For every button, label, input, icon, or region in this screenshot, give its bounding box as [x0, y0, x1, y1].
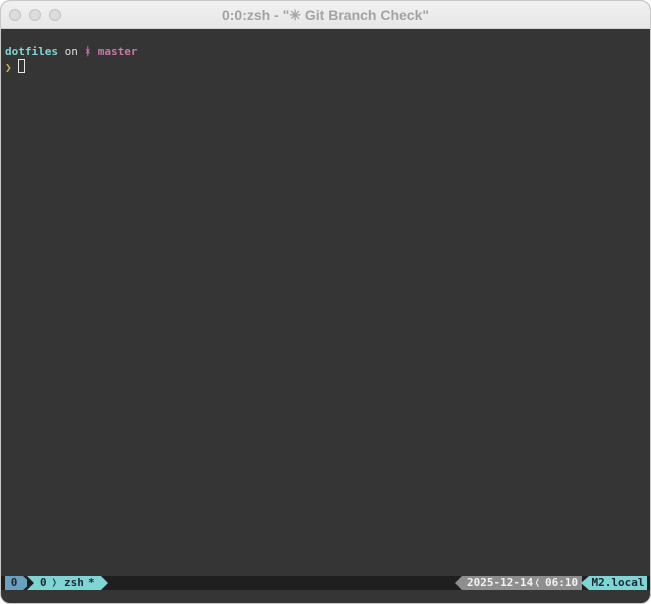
- prompt-info-line: dotfiles on ᚼ master: [5, 45, 137, 59]
- status-hostname: M2.local: [589, 576, 647, 590]
- window-arrow-icon: [101, 576, 108, 590]
- status-date: 2025-12-14: [467, 576, 534, 589]
- git-branch-icon: ᚼ: [84, 45, 92, 58]
- window-gap-icon: [27, 576, 34, 590]
- prompt-char: ❯: [5, 61, 12, 74]
- window-title: 0:0:zsh - "✳ Git Branch Check": [221, 7, 430, 23]
- prompt-directory: dotfiles: [5, 45, 58, 58]
- datetime-separator-icon: ❬: [534, 576, 541, 589]
- host-arrow-icon: [581, 576, 589, 590]
- window-index: 0: [40, 576, 47, 589]
- tmux-status-bar: 0 0 ❭ zsh * 2025-12-14 ❬ 06:10 M2.local: [1, 576, 650, 590]
- text-cursor: [17, 59, 25, 73]
- prompt-on-word: on: [64, 45, 78, 58]
- terminal-content[interactable]: dotfiles on ᚼ master ❯: [5, 45, 137, 74]
- status-session[interactable]: 0: [5, 576, 23, 590]
- title-bar[interactable]: 0:0:zsh - "✳ Git Branch Check": [1, 1, 650, 29]
- datetime-arrow-icon: [455, 576, 462, 590]
- window-name: zsh: [64, 576, 84, 589]
- prompt-branch: master: [97, 45, 138, 58]
- window-flag: *: [88, 576, 95, 589]
- prompt-input-line[interactable]: ❯: [5, 59, 137, 74]
- status-time: 06:10: [545, 576, 579, 589]
- status-datetime: 2025-12-14 ❬ 06:10: [462, 576, 582, 590]
- status-window-tab[interactable]: 0 ❭ zsh *: [27, 576, 101, 590]
- window-separator-icon: ❭: [51, 576, 58, 589]
- terminal-window: 0:0:zsh - "✳ Git Branch Check" dotfiles …: [0, 0, 651, 604]
